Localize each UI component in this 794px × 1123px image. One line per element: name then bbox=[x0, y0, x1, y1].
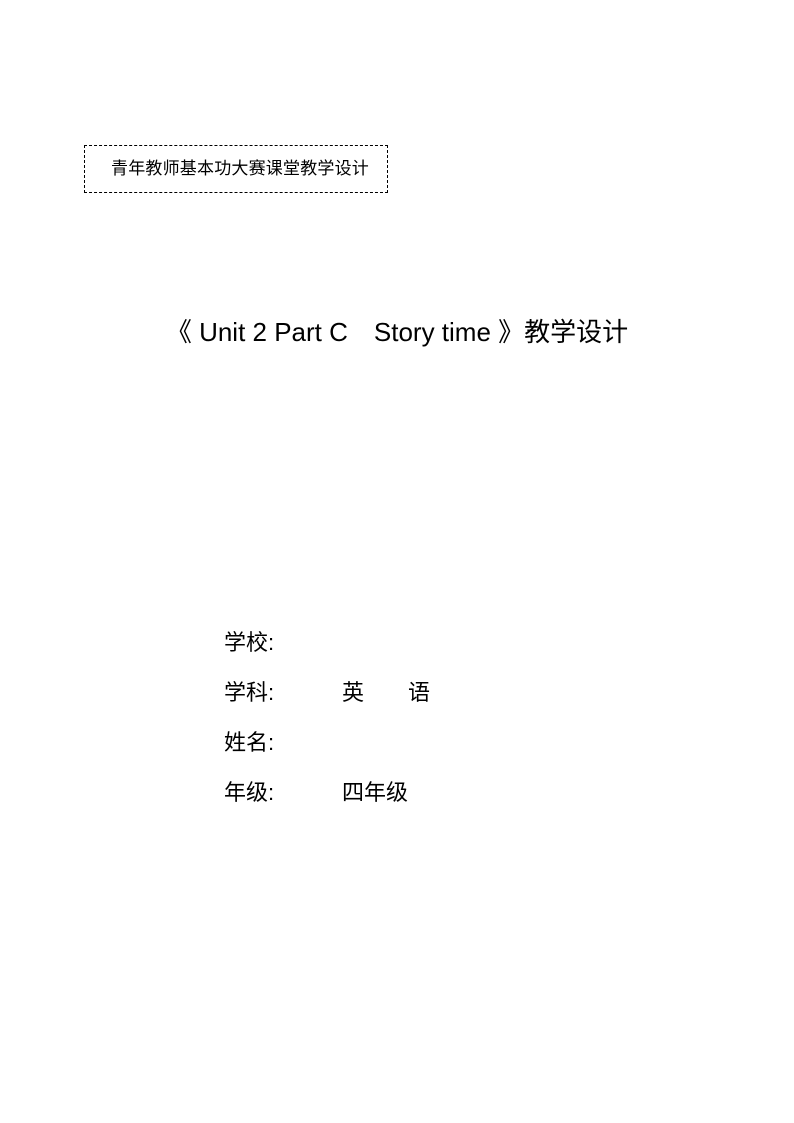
meta-value-grade: 四年级 bbox=[320, 780, 409, 805]
meta-row-school: 学校: bbox=[224, 618, 644, 668]
meta-row-grade: 年级: 四年级 bbox=[224, 768, 644, 818]
page-title: 《 Unit 2 Part C Story time 》教学设计 bbox=[165, 317, 629, 347]
document-page: 青年教师基本功大赛课堂教学设计 《 Unit 2 Part C Story ti… bbox=[0, 0, 794, 1123]
meta-row-name: 姓名: bbox=[224, 718, 644, 768]
meta-label-subject: 学科: bbox=[224, 680, 275, 705]
meta-label-school: 学校: bbox=[224, 630, 275, 655]
meta-value-subject: 英 语 bbox=[320, 680, 431, 705]
meta-label-grade: 年级: bbox=[224, 780, 275, 805]
meta-label-name: 姓名: bbox=[224, 730, 275, 755]
meta-row-subject: 学科: 英 语 bbox=[224, 668, 644, 718]
competition-stamp-text: 青年教师基本功大赛课堂教学设计 bbox=[111, 158, 369, 178]
document-meta-block: 学校: 学科: 英 语 姓名: 年级: 四年级 bbox=[224, 618, 644, 818]
competition-stamp-box: 青年教师基本功大赛课堂教学设计 bbox=[84, 145, 388, 193]
